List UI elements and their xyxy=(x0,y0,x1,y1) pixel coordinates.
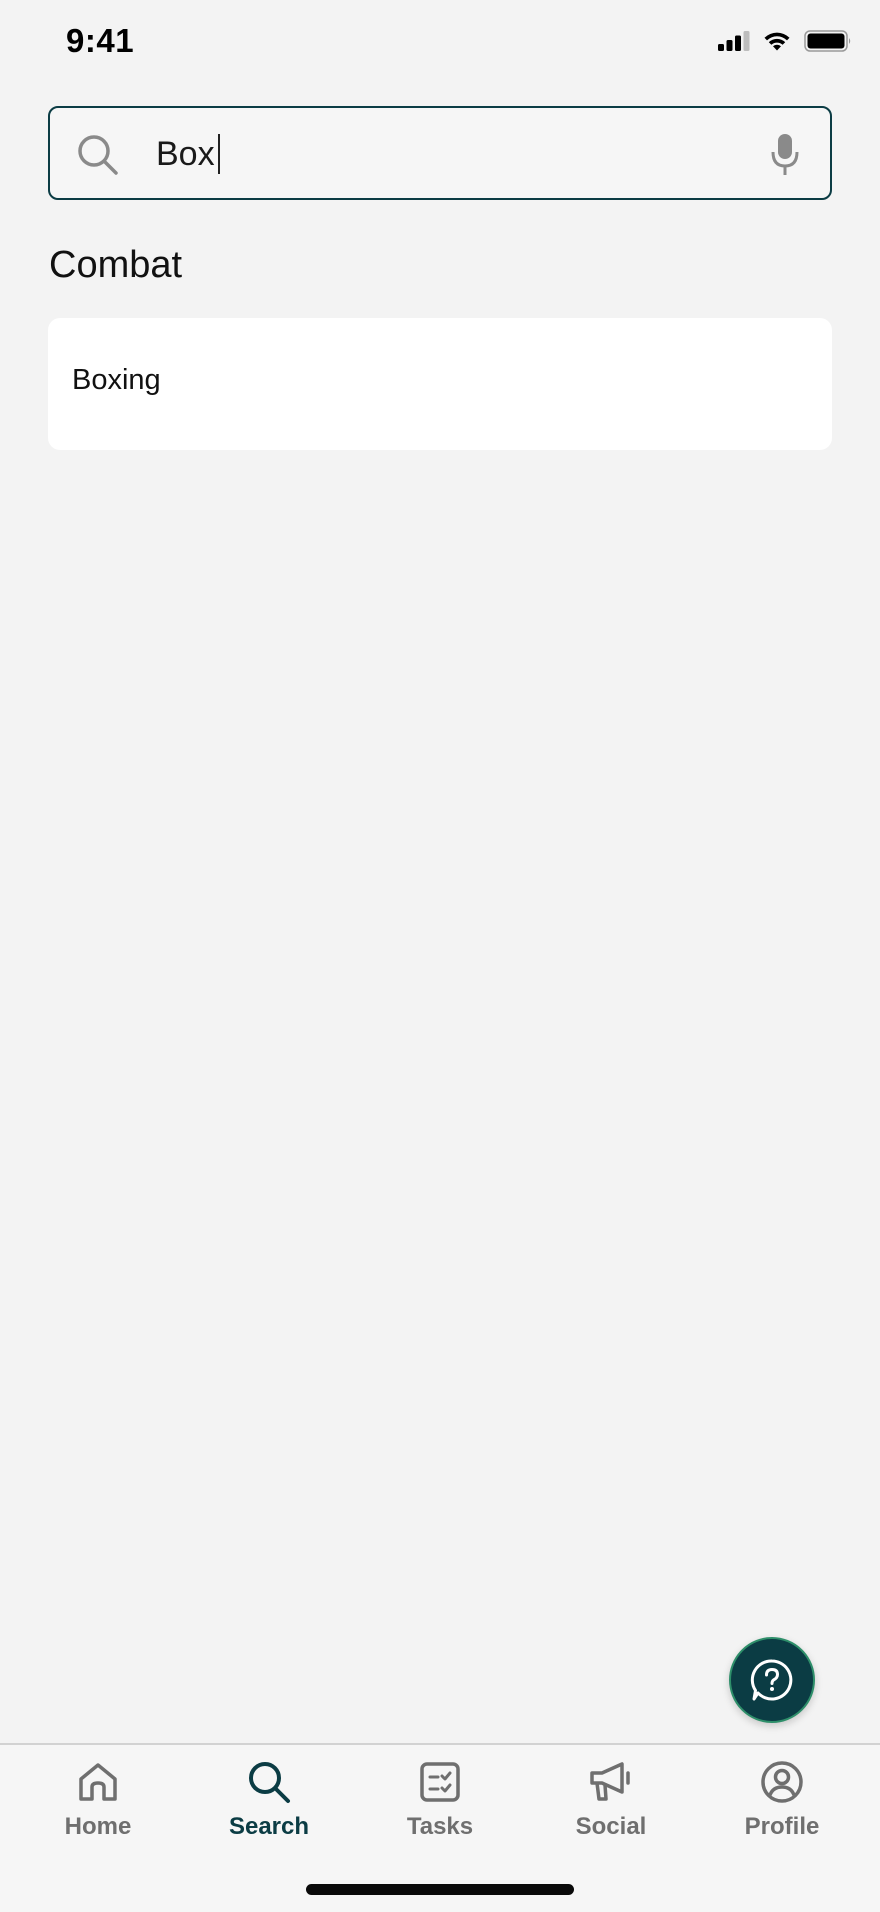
tab-home-label: Home xyxy=(64,1813,132,1840)
section-title: Combat xyxy=(49,244,183,286)
help-button[interactable] xyxy=(729,1637,815,1723)
tasks-icon xyxy=(420,1762,460,1802)
search-icon xyxy=(78,135,118,175)
help-chat-icon xyxy=(750,1659,793,1701)
tab-social-label: Social xyxy=(575,1813,647,1840)
search-input-value: Box xyxy=(156,134,215,173)
tab-profile-label: Profile xyxy=(744,1813,820,1840)
home-icon xyxy=(79,1763,117,1801)
tab-home[interactable]: Home xyxy=(28,1759,168,1859)
status-bar: 9:41 xyxy=(0,0,880,92)
tab-tasks-label: Tasks xyxy=(406,1813,474,1840)
status-icons xyxy=(718,30,852,52)
megaphone-icon xyxy=(590,1762,630,1801)
tab-search[interactable]: Search xyxy=(199,1759,339,1859)
text-cursor xyxy=(217,134,220,174)
tab-social[interactable]: Social xyxy=(541,1759,681,1859)
microphone-icon[interactable] xyxy=(770,132,800,178)
search-icon xyxy=(249,1762,290,1803)
tab-search-label: Search xyxy=(228,1813,310,1840)
search-input[interactable]: Box xyxy=(156,132,220,176)
tab-tasks[interactable]: Tasks xyxy=(370,1759,510,1859)
result-item-label: Boxing xyxy=(72,364,161,396)
result-item-boxing[interactable]: Boxing xyxy=(48,318,832,450)
status-time: 9:41 xyxy=(66,22,135,59)
battery-icon xyxy=(804,30,851,52)
home-indicator xyxy=(306,1884,574,1895)
cellular-signal-icon xyxy=(718,31,750,51)
profile-icon xyxy=(761,1761,803,1803)
wifi-icon xyxy=(764,32,790,51)
search-bar[interactable]: Box xyxy=(48,106,832,200)
tab-profile[interactable]: Profile xyxy=(712,1759,852,1859)
